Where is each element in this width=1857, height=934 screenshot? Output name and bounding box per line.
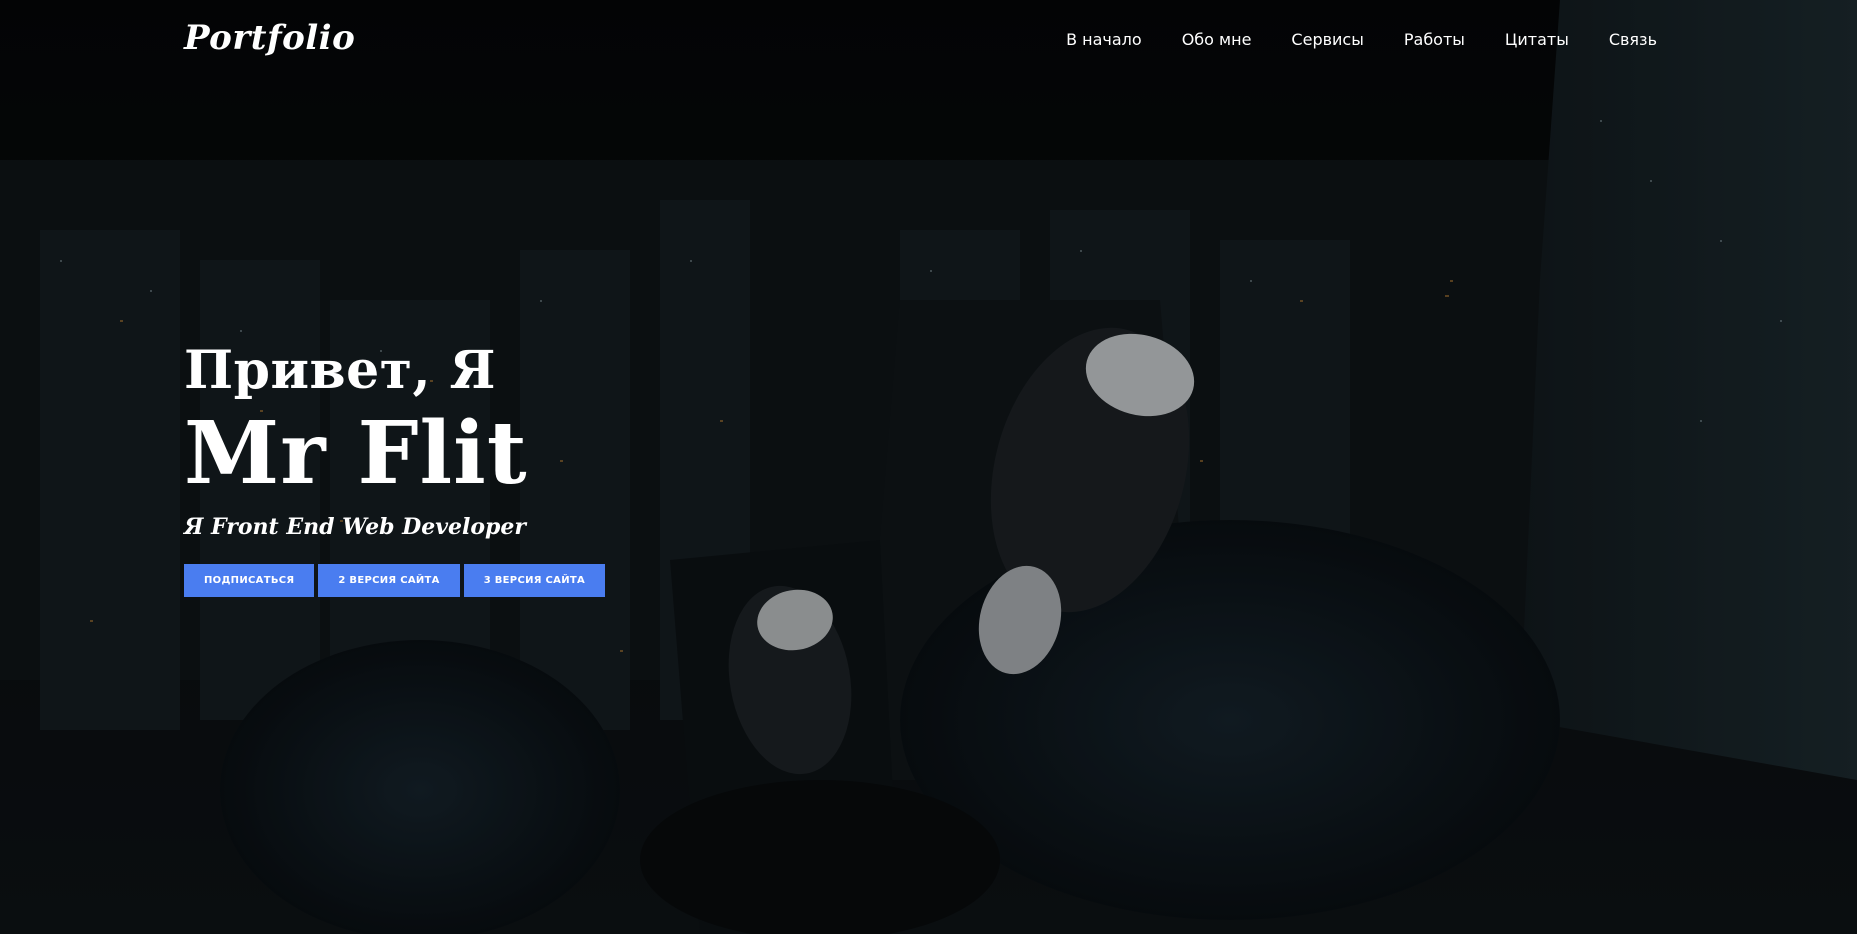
hero-name: Mr Flit bbox=[184, 403, 528, 504]
hero-greeting: Привет, Я bbox=[184, 340, 497, 401]
site-version-3-button[interactable]: 3 ВЕРСИЯ САЙТА bbox=[463, 564, 606, 597]
subscribe-button[interactable]: ПОДПИСАТЬСЯ bbox=[184, 564, 315, 597]
nav-link-about[interactable]: Обо мне bbox=[1182, 30, 1252, 49]
site-version-2-button[interactable]: 2 ВЕРСИЯ САЙТА bbox=[318, 564, 460, 597]
nav-link-works[interactable]: Работы bbox=[1404, 30, 1465, 49]
navbar: Portfolio В начало Обо мне Сервисы Работ… bbox=[0, 0, 1857, 84]
nav-links: В начало Обо мне Сервисы Работы Цитаты С… bbox=[1026, 30, 1657, 49]
nav-link-services[interactable]: Сервисы bbox=[1291, 30, 1363, 49]
hero-buttons: ПОДПИСАТЬСЯ 2 ВЕРСИЯ САЙТА 3 ВЕРСИЯ САЙТ… bbox=[184, 564, 606, 597]
nav-link-home[interactable]: В начало bbox=[1066, 30, 1142, 49]
nav-link-contact[interactable]: Связь bbox=[1609, 30, 1657, 49]
site-logo[interactable]: Portfolio bbox=[184, 18, 355, 58]
hero-content: Привет, Я Mr Flit Я Front End Web Develo… bbox=[184, 340, 606, 597]
hero-role: Я Front End Web Developer bbox=[184, 514, 526, 540]
nav-link-quotes[interactable]: Цитаты bbox=[1505, 30, 1569, 49]
hero-section: Portfolio В начало Обо мне Сервисы Работ… bbox=[0, 0, 1857, 934]
